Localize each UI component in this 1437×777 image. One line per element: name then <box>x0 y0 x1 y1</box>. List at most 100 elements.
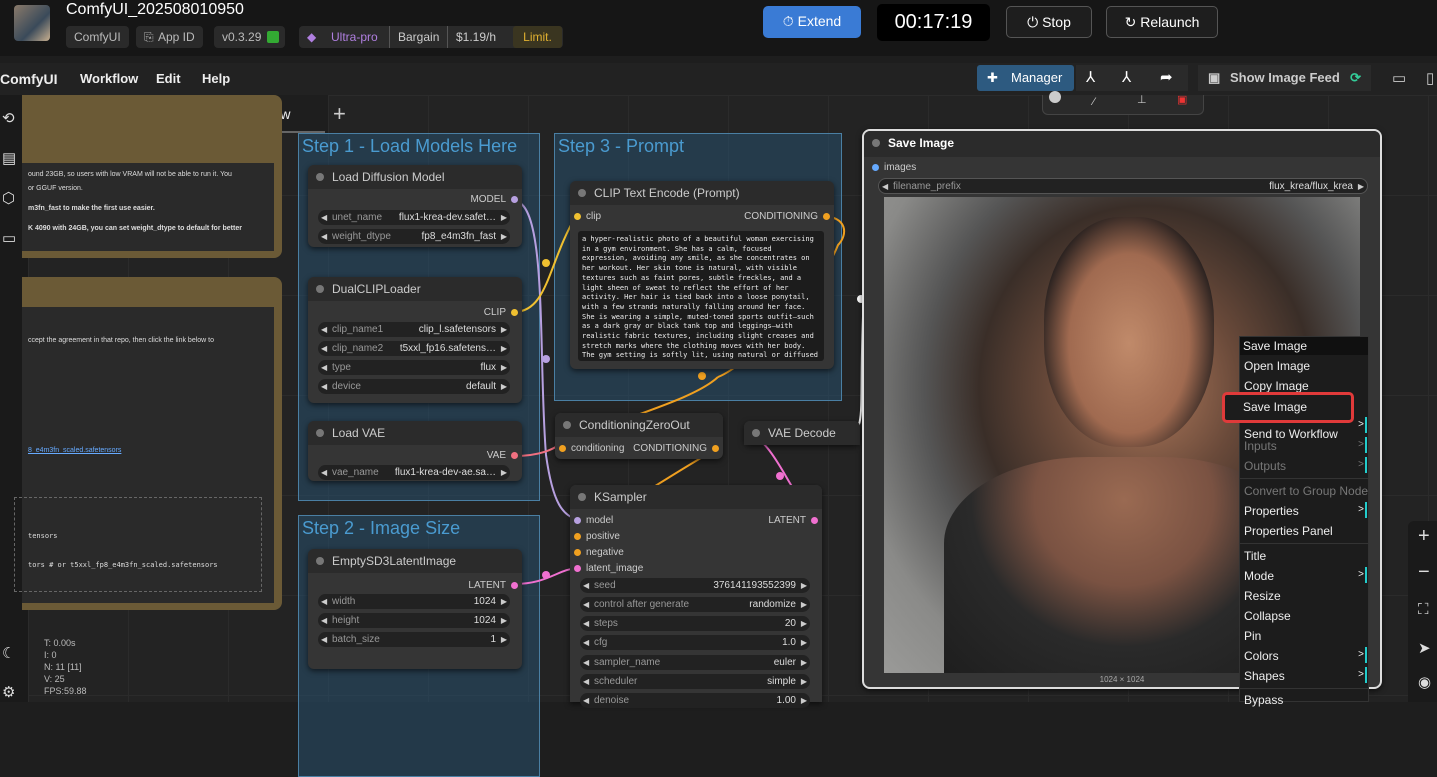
widget-control-after-generate[interactable]: control after generate randomize <box>580 597 810 612</box>
widget-value: 1024 <box>473 596 496 607</box>
menu-edit[interactable]: Edit <box>156 71 181 86</box>
input-socket[interactable] <box>574 213 581 220</box>
widget-clip-name1[interactable]: clip_name1 clip_l.safetensors <box>318 322 510 337</box>
panel-icon[interactable]: ▭ <box>1392 69 1406 87</box>
manager-button[interactable]: ✚ Manager <box>977 65 1074 91</box>
relaunch-button[interactable]: ↻ Relaunch <box>1106 6 1218 38</box>
menu-item-title[interactable]: Title <box>1244 549 1266 563</box>
menu-item-mode[interactable]: Mode <box>1244 569 1274 583</box>
widget-height[interactable]: height 1024 <box>318 613 510 628</box>
sidebar-toggle-icon[interactable]: ▯ <box>1426 69 1434 87</box>
node-alt-icon[interactable]: ⅄ <box>1122 65 1131 91</box>
history-icon[interactable]: ⟲ <box>2 109 15 127</box>
prompt-textarea[interactable]: a hyper-realistic photo of a beautiful w… <box>578 231 824 361</box>
pin-icon[interactable]: ⊥ <box>1137 93 1147 106</box>
widget-batch-size[interactable]: batch_size 1 <box>318 632 510 647</box>
widget-unet-name[interactable]: unet_name flux1-krea-dev.safet… <box>318 210 510 225</box>
input-socket[interactable] <box>574 517 581 524</box>
menu-item-colors[interactable]: Colors <box>1244 649 1279 663</box>
input-socket[interactable] <box>574 565 581 572</box>
widget-clip-name2[interactable]: clip_name2 t5xxl_fp16.safetens… <box>318 341 510 356</box>
tier-label: Ultra-pro <box>331 30 378 44</box>
plan-chip[interactable]: ◆ Ultra-pro Bargain $1.19/h Limit. <box>299 26 563 48</box>
menu-item-shapes[interactable]: Shapes <box>1244 669 1285 683</box>
color-icon[interactable] <box>1049 91 1061 103</box>
widget-sampler-name[interactable]: sampler_name euler <box>580 655 810 670</box>
widget-vae-name[interactable]: vae_name flux1-krea-dev-ae.sa… <box>318 465 510 480</box>
chip-version[interactable]: v0.3.29 <box>214 26 286 48</box>
delete-icon[interactable]: ▣ <box>1177 93 1187 106</box>
input-socket[interactable] <box>574 533 581 540</box>
menu-item-bypass[interactable]: Bypass <box>1244 693 1283 707</box>
output-socket[interactable] <box>511 309 518 316</box>
pointer-mode-icon[interactable]: ➤ <box>1418 639 1431 657</box>
output-socket[interactable] <box>511 582 518 589</box>
input-model: model <box>586 515 614 526</box>
submenu-arrow: > <box>1358 504 1364 515</box>
menu-item-open-image[interactable]: Open Image <box>1244 359 1310 373</box>
node-clip-text-encode[interactable]: CLIP Text Encode (Prompt) clip CONDITION… <box>570 181 834 369</box>
menu-item-inputs: Inputs <box>1244 439 1277 453</box>
fit-view-icon[interactable]: ⛶ <box>1418 601 1429 618</box>
image-feed-button[interactable]: ▣ Show Image Feed ⟳ <box>1198 65 1371 91</box>
output-socket[interactable] <box>511 452 518 459</box>
chip-app[interactable]: ComfyUI <box>66 26 129 48</box>
menu-item-resize[interactable]: Resize <box>1244 589 1281 603</box>
workflows-icon[interactable]: ▭ <box>2 229 16 247</box>
zoom-in-icon[interactable]: + <box>1418 525 1430 548</box>
widget-value: euler <box>773 657 796 668</box>
node-conditioningzeroout[interactable]: ConditioningZeroOut conditioning CONDITI… <box>555 413 723 459</box>
input-socket[interactable] <box>559 445 566 452</box>
widget-scheduler[interactable]: scheduler simple <box>580 674 810 689</box>
output-socket[interactable] <box>511 196 518 203</box>
output-socket[interactable] <box>811 517 818 524</box>
submenu-indicator <box>1365 437 1367 453</box>
node-load-diffusion-model[interactable]: Load Diffusion Model MODEL unet_name flux… <box>308 165 522 247</box>
stop-button[interactable]: ⏻ Stop <box>1006 6 1092 38</box>
stop-label: Stop <box>1042 14 1071 30</box>
version-label: v0.3.29 <box>222 30 262 44</box>
widget-device[interactable]: device default <box>318 379 510 394</box>
chip-appid[interactable]: ⎘ App ID <box>136 26 203 48</box>
theme-icon[interactable]: ☾ <box>2 644 15 662</box>
node-load-vae[interactable]: Load VAE VAE vae_name flux1-krea-dev-ae.s… <box>308 421 522 481</box>
extend-button[interactable]: ⏱ Extend <box>763 6 861 38</box>
widget-weight-dtype[interactable]: weight_dtype fp8_e4m3fn_fast <box>318 229 510 244</box>
node-emptysd3latentimage[interactable]: EmptySD3LatentImage LATENT width 1024 hei… <box>308 549 522 669</box>
menu-item-copy-image[interactable]: Copy Image <box>1244 379 1309 393</box>
node-ksampler[interactable]: KSampler model positive negative latent_… <box>570 485 822 708</box>
menu-item-collapse[interactable]: Collapse <box>1244 609 1291 623</box>
node-icon[interactable]: ⅄ <box>1086 65 1095 91</box>
output-socket[interactable] <box>712 445 719 452</box>
queue-icon[interactable]: ▤ <box>2 149 16 167</box>
node-vae-decode[interactable]: VAE Decode <box>744 421 860 445</box>
input-socket[interactable] <box>872 164 879 171</box>
menu-workflow[interactable]: Workflow <box>80 71 138 86</box>
menu-item-pin[interactable]: Pin <box>1244 629 1261 643</box>
widget-value: clip_l.safetensors <box>418 324 496 335</box>
submenu-arrow: > <box>1358 569 1364 580</box>
settings-icon[interactable]: ⚙ <box>2 683 15 701</box>
brand-logo[interactable]: ComfyUI <box>0 71 58 87</box>
menu-item-properties-panel[interactable]: Properties Panel <box>1244 524 1333 538</box>
widget-steps[interactable]: steps 20 <box>580 616 810 631</box>
input-socket[interactable] <box>574 549 581 556</box>
share-icon[interactable]: ➦ <box>1160 65 1173 91</box>
model-library-icon[interactable]: ⬡ <box>2 189 15 207</box>
visibility-icon[interactable]: ◉ <box>1418 673 1431 691</box>
widget-cfg[interactable]: cfg 1.0 <box>580 635 810 650</box>
menu-help[interactable]: Help <box>202 71 230 86</box>
node-dualcliploader[interactable]: DualCLIPLoader CLIP clip_name1 clip_l.saf… <box>308 277 522 403</box>
wand-icon[interactable]: ⁄ <box>1093 96 1095 108</box>
widget-seed[interactable]: seed 376141193552399 <box>580 578 810 593</box>
widget-type[interactable]: type flux <box>318 360 510 375</box>
widget-width[interactable]: width 1024 <box>318 594 510 609</box>
node-title: Save Image <box>864 131 1380 157</box>
output-socket[interactable] <box>823 213 830 220</box>
menu-item-properties[interactable]: Properties <box>1244 504 1299 518</box>
menu-item-save-image[interactable]: Save Image <box>1222 392 1354 423</box>
zoom-out-icon[interactable]: − <box>1418 561 1430 584</box>
widget-filename-prefix[interactable]: filename_prefix flux_krea/flux_krea <box>878 178 1368 194</box>
widget-denoise[interactable]: denoise 1.00 <box>580 693 810 708</box>
submenu-indicator <box>1365 647 1367 663</box>
